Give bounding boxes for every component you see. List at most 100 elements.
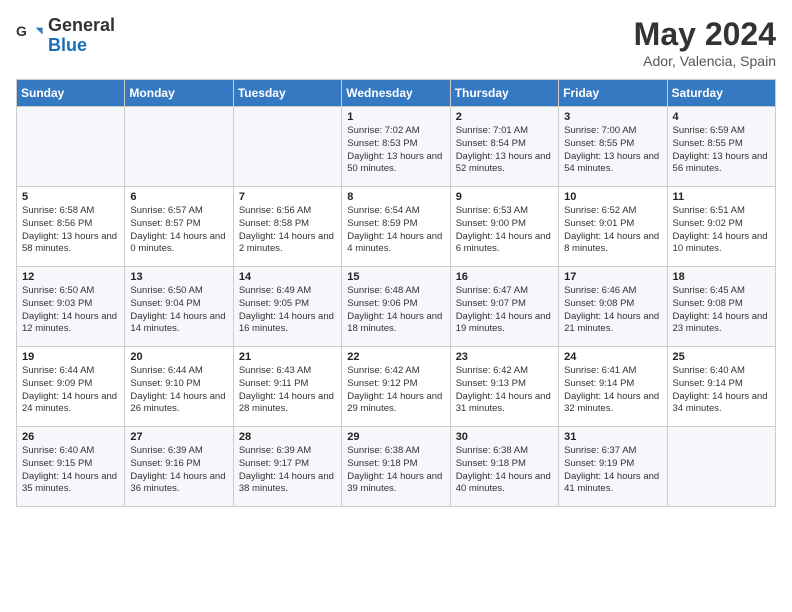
cell-info: Sunrise: 6:46 AMSunset: 9:08 PMDaylight:… xyxy=(564,285,661,336)
day-number: 25 xyxy=(673,351,770,363)
day-number: 11 xyxy=(673,191,770,203)
day-number: 2 xyxy=(456,111,553,123)
logo: G GeneralBlue xyxy=(16,16,115,56)
svg-text:G: G xyxy=(16,23,27,39)
calendar-cell: 19 Sunrise: 6:44 AMSunset: 9:09 PMDayligh… xyxy=(17,347,125,427)
cell-info: Sunrise: 7:00 AMSunset: 8:55 PMDaylight:… xyxy=(564,125,661,176)
calendar-cell xyxy=(233,107,341,187)
logo-icon: G xyxy=(16,22,44,50)
day-number: 24 xyxy=(564,351,661,363)
calendar-cell: 14 Sunrise: 6:49 AMSunset: 9:05 PMDayligh… xyxy=(233,267,341,347)
calendar-cell xyxy=(667,427,775,507)
day-number: 26 xyxy=(22,431,119,443)
day-number: 31 xyxy=(564,431,661,443)
calendar-cell: 2 Sunrise: 7:01 AMSunset: 8:54 PMDaylight… xyxy=(450,107,558,187)
day-number: 27 xyxy=(130,431,227,443)
cell-info: Sunrise: 7:02 AMSunset: 8:53 PMDaylight:… xyxy=(347,125,444,176)
day-header-sunday: Sunday xyxy=(17,80,125,107)
calendar-week-row: 12Sunrise: 6:50 AMSunset: 9:03 PMDayligh… xyxy=(17,267,776,347)
calendar-cell: 25 Sunrise: 6:40 AMSunset: 9:14 PMDayligh… xyxy=(667,347,775,427)
day-number: 10 xyxy=(564,191,661,203)
day-header-saturday: Saturday xyxy=(667,80,775,107)
day-number: 14 xyxy=(239,271,336,283)
calendar-cell: 22 Sunrise: 6:42 AMSunset: 9:12 PMDayligh… xyxy=(342,347,450,427)
location: Ador, Valencia, Spain xyxy=(634,53,776,69)
month-year: May 2024 xyxy=(634,16,776,53)
day-number: 28 xyxy=(239,431,336,443)
day-number: 13 xyxy=(130,271,227,283)
calendar-cell: 7 Sunrise: 6:56 AMSunset: 8:58 PMDaylight… xyxy=(233,187,341,267)
day-number: 17 xyxy=(564,271,661,283)
calendar-cell: 3 Sunrise: 7:00 AMSunset: 8:55 PMDaylight… xyxy=(559,107,667,187)
day-number: 3 xyxy=(564,111,661,123)
cell-info: Sunrise: 6:41 AMSunset: 9:14 PMDaylight:… xyxy=(564,365,661,416)
calendar-cell: 20Sunrise: 6:44 AMSunset: 9:10 PMDayligh… xyxy=(125,347,233,427)
page-header: G GeneralBlue May 2024 Ador, Valencia, S… xyxy=(16,16,776,69)
calendar-cell: 16Sunrise: 6:47 AMSunset: 9:07 PMDayligh… xyxy=(450,267,558,347)
calendar-week-row: 26 Sunrise: 6:40 AMSunset: 9:15 PMDayligh… xyxy=(17,427,776,507)
calendar-cell: 26 Sunrise: 6:40 AMSunset: 9:15 PMDayligh… xyxy=(17,427,125,507)
day-number: 4 xyxy=(673,111,770,123)
cell-info: Sunrise: 6:42 AMSunset: 9:12 PMDaylight:… xyxy=(347,365,444,416)
calendar-week-row: 5Sunrise: 6:58 AMSunset: 8:56 PMDaylight… xyxy=(17,187,776,267)
calendar-cell: 1 Sunrise: 7:02 AMSunset: 8:53 PMDaylight… xyxy=(342,107,450,187)
cell-info: Sunrise: 6:40 AMSunset: 9:15 PMDaylight:… xyxy=(22,445,119,496)
calendar-cell: 9 Sunrise: 6:53 AMSunset: 9:00 PMDaylight… xyxy=(450,187,558,267)
cell-info: Sunrise: 6:43 AMSunset: 9:11 PMDaylight:… xyxy=(239,365,336,416)
calendar-cell xyxy=(17,107,125,187)
cell-info: Sunrise: 6:51 AMSunset: 9:02 PMDaylight:… xyxy=(673,205,770,256)
cell-info: Sunrise: 6:53 AMSunset: 9:00 PMDaylight:… xyxy=(456,205,553,256)
calendar-cell: 17 Sunrise: 6:46 AMSunset: 9:08 PMDayligh… xyxy=(559,267,667,347)
calendar-cell: 5Sunrise: 6:58 AMSunset: 8:56 PMDaylight… xyxy=(17,187,125,267)
day-number: 21 xyxy=(239,351,336,363)
cell-info: Sunrise: 6:44 AMSunset: 9:10 PMDaylight:… xyxy=(130,365,227,416)
calendar-cell: 11 Sunrise: 6:51 AMSunset: 9:02 PMDayligh… xyxy=(667,187,775,267)
day-number: 6 xyxy=(130,191,227,203)
calendar-week-row: 19 Sunrise: 6:44 AMSunset: 9:09 PMDayligh… xyxy=(17,347,776,427)
cell-info: Sunrise: 6:49 AMSunset: 9:05 PMDaylight:… xyxy=(239,285,336,336)
day-number: 1 xyxy=(347,111,444,123)
day-number: 8 xyxy=(347,191,444,203)
cell-info: Sunrise: 6:48 AMSunset: 9:06 PMDaylight:… xyxy=(347,285,444,336)
calendar-week-row: 1 Sunrise: 7:02 AMSunset: 8:53 PMDaylight… xyxy=(17,107,776,187)
calendar-cell: 30 Sunrise: 6:38 AMSunset: 9:18 PMDayligh… xyxy=(450,427,558,507)
day-number: 22 xyxy=(347,351,444,363)
cell-info: Sunrise: 6:59 AMSunset: 8:55 PMDaylight:… xyxy=(673,125,770,176)
day-number: 30 xyxy=(456,431,553,443)
cell-info: Sunrise: 6:40 AMSunset: 9:14 PMDaylight:… xyxy=(673,365,770,416)
cell-info: Sunrise: 6:39 AMSunset: 9:16 PMDaylight:… xyxy=(130,445,227,496)
calendar-cell: 15Sunrise: 6:48 AMSunset: 9:06 PMDayligh… xyxy=(342,267,450,347)
day-number: 19 xyxy=(22,351,119,363)
calendar-cell: 29 Sunrise: 6:38 AMSunset: 9:18 PMDayligh… xyxy=(342,427,450,507)
cell-info: Sunrise: 6:38 AMSunset: 9:18 PMDaylight:… xyxy=(347,445,444,496)
calendar-cell: 10 Sunrise: 6:52 AMSunset: 9:01 PMDayligh… xyxy=(559,187,667,267)
day-number: 12 xyxy=(22,271,119,283)
title-block: May 2024 Ador, Valencia, Spain xyxy=(634,16,776,69)
cell-info: Sunrise: 6:47 AMSunset: 9:07 PMDaylight:… xyxy=(456,285,553,336)
cell-info: Sunrise: 6:50 AMSunset: 9:04 PMDaylight:… xyxy=(130,285,227,336)
day-number: 7 xyxy=(239,191,336,203)
calendar-cell: 27 Sunrise: 6:39 AMSunset: 9:16 PMDayligh… xyxy=(125,427,233,507)
cell-info: Sunrise: 7:01 AMSunset: 8:54 PMDaylight:… xyxy=(456,125,553,176)
calendar-cell: 28 Sunrise: 6:39 AMSunset: 9:17 PMDayligh… xyxy=(233,427,341,507)
calendar-cell: 8 Sunrise: 6:54 AMSunset: 8:59 PMDaylight… xyxy=(342,187,450,267)
day-header-wednesday: Wednesday xyxy=(342,80,450,107)
cell-info: Sunrise: 6:52 AMSunset: 9:01 PMDaylight:… xyxy=(564,205,661,256)
calendar-cell: 18Sunrise: 6:45 AMSunset: 9:08 PMDayligh… xyxy=(667,267,775,347)
day-number: 9 xyxy=(456,191,553,203)
day-number: 18 xyxy=(673,271,770,283)
calendar-cell: 6Sunrise: 6:57 AMSunset: 8:57 PMDaylight… xyxy=(125,187,233,267)
cell-info: Sunrise: 6:54 AMSunset: 8:59 PMDaylight:… xyxy=(347,205,444,256)
calendar-cell: 23Sunrise: 6:42 AMSunset: 9:13 PMDayligh… xyxy=(450,347,558,427)
day-number: 5 xyxy=(22,191,119,203)
day-header-tuesday: Tuesday xyxy=(233,80,341,107)
calendar-table: SundayMondayTuesdayWednesdayThursdayFrid… xyxy=(16,79,776,507)
calendar-cell: 31Sunrise: 6:37 AMSunset: 9:19 PMDayligh… xyxy=(559,427,667,507)
day-number: 29 xyxy=(347,431,444,443)
cell-info: Sunrise: 6:44 AMSunset: 9:09 PMDaylight:… xyxy=(22,365,119,416)
cell-info: Sunrise: 6:56 AMSunset: 8:58 PMDaylight:… xyxy=(239,205,336,256)
calendar-cell: 21 Sunrise: 6:43 AMSunset: 9:11 PMDayligh… xyxy=(233,347,341,427)
cell-info: Sunrise: 6:38 AMSunset: 9:18 PMDaylight:… xyxy=(456,445,553,496)
cell-info: Sunrise: 6:39 AMSunset: 9:17 PMDaylight:… xyxy=(239,445,336,496)
calendar-cell: 24 Sunrise: 6:41 AMSunset: 9:14 PMDayligh… xyxy=(559,347,667,427)
